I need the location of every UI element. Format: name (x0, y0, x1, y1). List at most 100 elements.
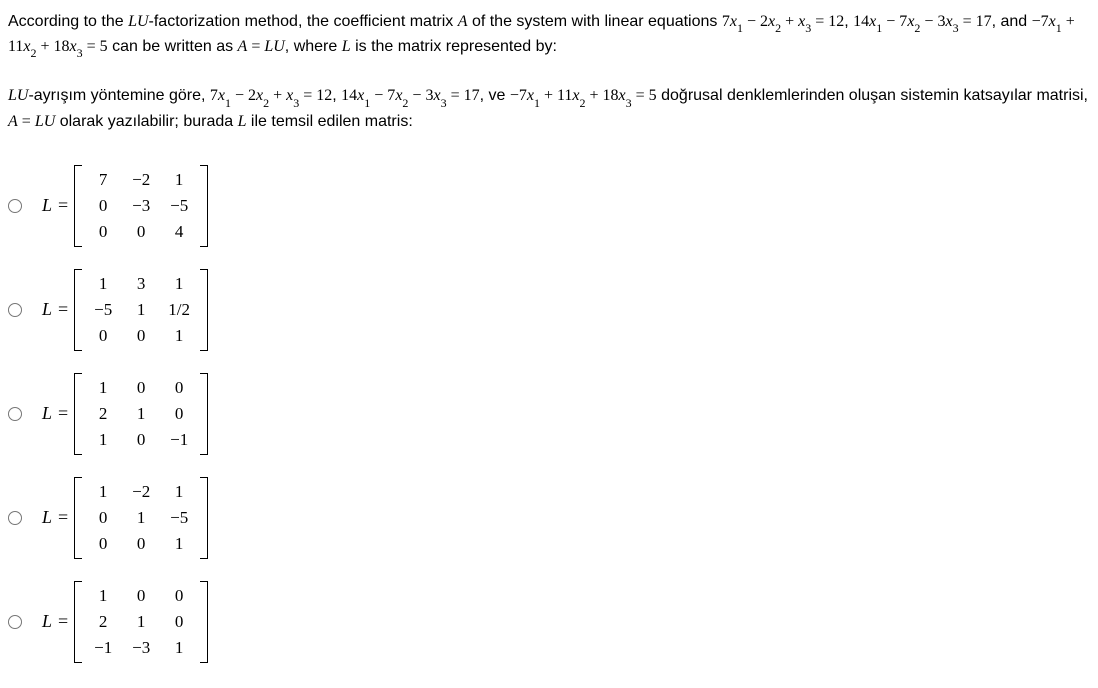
matrix: 131−511/2001 (74, 269, 208, 351)
matrix-expression: L=1−2101−5001 (42, 477, 208, 559)
matrix-cell: 1 (84, 375, 122, 401)
matrix-cell: −1 (84, 635, 122, 661)
bracket-right-icon (200, 477, 208, 559)
LU-text-tr: LU (8, 87, 28, 104)
L-label: L (42, 403, 52, 424)
matrix: 1−2101−5001 (74, 477, 208, 559)
matrix-cell: 2 (84, 401, 122, 427)
matrix-cell: 7 (84, 167, 122, 193)
matrix-cell: −5 (160, 193, 198, 219)
matrix-cell: 1 (160, 479, 198, 505)
matrix-cell: 4 (160, 219, 198, 245)
matrix-cell: 0 (84, 323, 122, 349)
matrix-table: 131−511/2001 (84, 271, 198, 349)
question-english: According to the LU-factorization method… (8, 10, 1090, 60)
equation-1-tr: 7x1 − 2x2 + x3 = 12 (210, 87, 332, 104)
matrix-cell: 0 (122, 323, 160, 349)
matrix-table: 100210−1−31 (84, 583, 198, 661)
matrix-cell: −2 (122, 479, 160, 505)
equals-sign: = (58, 507, 68, 528)
L-label: L (42, 507, 52, 528)
bracket-right-icon (200, 165, 208, 247)
matrix-cell: 0 (84, 505, 122, 531)
option-radio[interactable] (8, 511, 22, 525)
matrix-cell: 0 (84, 219, 122, 245)
matrix-cell: −5 (84, 297, 122, 323)
LU-text: LU (128, 13, 148, 30)
bracket-left-icon (74, 269, 82, 351)
matrix-cell: 3 (122, 271, 160, 297)
matrix-cell: 0 (160, 583, 198, 609)
option-radio[interactable] (8, 303, 22, 317)
A-eq-LU: A = LU (238, 38, 285, 55)
matrix-cell: 2 (84, 609, 122, 635)
matrix-cell: 1 (160, 635, 198, 661)
L-label: L (42, 299, 52, 320)
equation-3-tr: −7x1 + 11x2 + 18x3 = 5 (510, 87, 657, 104)
bracket-right-icon (200, 269, 208, 351)
matrix: 100210−1−31 (74, 581, 208, 663)
equals-sign: = (58, 299, 68, 320)
L-symbol: L (342, 38, 351, 55)
matrix-cell: 0 (122, 219, 160, 245)
bracket-left-icon (74, 581, 82, 663)
equals-sign: = (58, 403, 68, 424)
matrix-cell: 1 (84, 271, 122, 297)
matrix-expression: L = 100210−1−31 (42, 581, 208, 663)
matrix-cell: 1 (160, 271, 198, 297)
matrix-cell: 0 (84, 193, 122, 219)
matrix-cell: 1 (160, 323, 198, 349)
matrix-cell: −2 (122, 167, 160, 193)
option-radio[interactable] (8, 615, 22, 629)
matrix-cell: 0 (160, 401, 198, 427)
L-label: L (42, 195, 52, 216)
matrix-cell: 0 (160, 609, 198, 635)
matrix-cell: 1 (122, 401, 160, 427)
matrix-cell: 0 (122, 427, 160, 453)
matrix-table: 10021010−1 (84, 375, 198, 453)
A-eq-LU-tr: A = LU (8, 113, 55, 130)
matrix-cell: −3 (122, 193, 160, 219)
bracket-left-icon (74, 165, 82, 247)
equation-2: 14x1 − 7x2 − 3x3 = 17 (853, 13, 991, 30)
option-row: L = 100210−1−31 (8, 574, 1090, 670)
matrix-cell: −5 (160, 505, 198, 531)
option-row: L=1−2101−5001 (8, 470, 1090, 566)
bracket-left-icon (74, 477, 82, 559)
matrix-expression: L=131−511/2001 (42, 269, 208, 351)
matrix: 10021010−1 (74, 373, 208, 455)
bracket-left-icon (74, 373, 82, 455)
matrix-A: A (458, 13, 468, 30)
options-list: L=7−210−3−5004L=131−511/2001L=10021010−1… (8, 158, 1090, 670)
equation-1: 7x1 − 2x2 + x3 = 12 (722, 13, 844, 30)
matrix-cell: 1 (122, 609, 160, 635)
matrix-expression: L = 10021010−1 (42, 373, 208, 455)
matrix-cell: 0 (160, 375, 198, 401)
matrix-cell: 0 (122, 531, 160, 557)
matrix-cell: −3 (122, 635, 160, 661)
L-label: L (42, 611, 52, 632)
matrix-cell: 1 (84, 479, 122, 505)
question-turkish: LU-ayrışım yöntemine göre, 7x1 − 2x2 + x… (8, 84, 1090, 133)
matrix-cell: 0 (122, 583, 160, 609)
matrix-cell: 0 (122, 375, 160, 401)
option-row: L=131−511/2001 (8, 262, 1090, 358)
matrix-cell: 0 (84, 531, 122, 557)
matrix-cell: 1 (122, 297, 160, 323)
equals-sign: = (58, 611, 68, 632)
matrix-cell: 1 (160, 531, 198, 557)
option-radio[interactable] (8, 407, 22, 421)
matrix-expression: L = 7−210−3−5004 (42, 165, 208, 247)
bracket-right-icon (200, 581, 208, 663)
equation-2-tr: 14x1 − 7x2 − 3x3 = 17 (341, 87, 479, 104)
option-radio[interactable] (8, 199, 22, 213)
equals-sign: = (58, 195, 68, 216)
matrix-table: 1−2101−5001 (84, 479, 198, 557)
option-row: L = 7−210−3−5004 (8, 158, 1090, 254)
matrix-table: 7−210−3−5004 (84, 167, 198, 245)
matrix-cell: 1 (122, 505, 160, 531)
bracket-right-icon (200, 373, 208, 455)
matrix-cell: 1/2 (160, 297, 198, 323)
matrix-cell: −1 (160, 427, 198, 453)
matrix: 7−210−3−5004 (74, 165, 208, 247)
